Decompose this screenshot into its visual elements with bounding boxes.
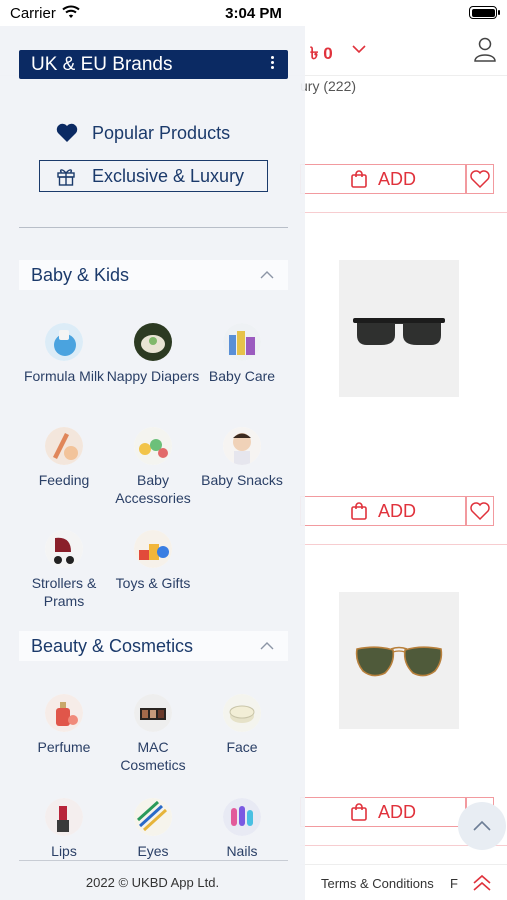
brand-title: UK & EU Brands: [31, 54, 173, 75]
category-label: Eyes: [137, 843, 169, 859]
lips-icon: [45, 798, 83, 836]
shopping-bag-icon: [351, 502, 367, 520]
category-mac-cosmetics[interactable]: MAC Cosmetics: [103, 694, 203, 774]
baby-care-icon: [223, 323, 261, 361]
product-action-row: ADD: [300, 164, 494, 194]
divider: [19, 860, 288, 861]
category-nappy-diapers[interactable]: Nappy Diapers: [103, 323, 203, 385]
section-header-baby-kids[interactable]: Baby & Kids: [19, 260, 288, 290]
scroll-to-top-button[interactable]: [458, 802, 506, 850]
category-nails[interactable]: Nails: [192, 798, 292, 860]
wishlist-button[interactable]: [466, 164, 494, 194]
category-baby-accessories[interactable]: Baby Accessories: [103, 427, 203, 507]
product-image-aviator[interactable]: [339, 592, 459, 729]
aviator-sunglasses-icon: [355, 645, 443, 676]
add-label: ADD: [377, 500, 416, 521]
category-label: MAC Cosmetics: [120, 739, 186, 773]
battery-icon: [469, 6, 500, 19]
divider: [300, 212, 507, 213]
add-label: ADD: [377, 801, 416, 822]
face-icon: [223, 694, 261, 732]
popular-products-label: Popular Products: [92, 122, 231, 143]
category-label: Baby Care: [208, 368, 276, 384]
feeding-icon: [45, 427, 83, 465]
sunglasses-black-icon: [353, 317, 445, 345]
category-feeding[interactable]: Feeding: [14, 427, 114, 489]
heart-outline-icon: [470, 502, 490, 520]
exclusive-luxury-button[interactable]: Exclusive & Luxury: [39, 160, 268, 192]
baby-snacks-icon: [223, 427, 261, 465]
brand-selector[interactable]: UK & EU Brands: [19, 50, 288, 79]
results-count: ury (222): [300, 78, 357, 94]
baby-accessories-icon: [134, 427, 172, 465]
product-image-sunglasses-black[interactable]: [339, 260, 459, 397]
clock: 3:04 PM: [225, 5, 282, 22]
gift-icon: [57, 169, 75, 186]
currency-label[interactable]: ৳ 0: [310, 41, 333, 69]
heart-icon: [56, 123, 78, 142]
category-label: Perfume: [37, 739, 91, 755]
shopping-bag-icon: [351, 803, 367, 821]
wishlist-button[interactable]: [466, 496, 494, 526]
divider: [300, 544, 507, 545]
category-lips[interactable]: Lips: [14, 798, 114, 860]
category-toys-gifts[interactable]: Toys & Gifts: [103, 530, 203, 592]
mac-cosmetics-icon: [134, 694, 172, 732]
category-strollers-prams[interactable]: Strollers & Prams: [14, 530, 114, 610]
strollers-prams-icon: [45, 530, 83, 568]
add-to-cart-button[interactable]: ADD: [300, 496, 466, 526]
category-baby-care[interactable]: Baby Care: [192, 323, 292, 385]
chevron-up-icon: [260, 642, 274, 650]
footer-links: Terms & Conditions F: [300, 864, 507, 900]
add-to-cart-button[interactable]: ADD: [300, 164, 466, 194]
exclusive-luxury-label: Exclusive & Luxury: [92, 165, 245, 186]
category-label: Strollers & Prams: [31, 575, 97, 609]
category-label: Lips: [51, 843, 77, 859]
formula-milk-icon: [45, 323, 83, 361]
category-label: Formula Milk: [23, 368, 105, 384]
footer-link-partial[interactable]: F: [450, 876, 458, 891]
navigation-drawer: UK & EU Brands Popular Products Exclusiv…: [0, 26, 305, 900]
copyright-text: 2022 © UKBD App Ltd.: [85, 875, 220, 890]
terms-link[interactable]: Terms & Conditions: [321, 876, 434, 891]
section-title: Beauty & Cosmetics: [31, 635, 194, 656]
eyes-icon: [134, 798, 172, 836]
category-perfume[interactable]: Perfume: [14, 694, 114, 756]
double-chevron-up-icon[interactable]: [472, 873, 492, 893]
more-options-icon[interactable]: [262, 54, 282, 76]
toys-gifts-icon: [134, 530, 172, 568]
category-label: Baby Snacks: [201, 472, 283, 488]
section-title: Baby & Kids: [31, 264, 130, 285]
category-eyes[interactable]: Eyes: [103, 798, 203, 860]
category-label: Face: [226, 739, 258, 755]
user-account-icon[interactable]: [472, 36, 498, 62]
chevron-up-icon: [260, 271, 274, 279]
category-label: Toys & Gifts: [115, 575, 191, 591]
popular-products-link[interactable]: Popular Products: [56, 121, 230, 145]
category-label: Nappy Diapers: [106, 368, 200, 384]
chevron-up-icon: [473, 820, 491, 831]
perfume-icon: [45, 694, 83, 732]
category-formula-milk[interactable]: Formula Milk: [14, 323, 114, 385]
category-face[interactable]: Face: [192, 694, 292, 756]
category-label: Nails: [226, 843, 258, 859]
add-label: ADD: [377, 168, 416, 189]
category-baby-snacks[interactable]: Baby Snacks: [192, 427, 292, 489]
chevron-down-icon[interactable]: [352, 44, 366, 54]
category-label: Feeding: [38, 472, 90, 488]
add-to-cart-button[interactable]: ADD: [300, 797, 466, 827]
nails-icon: [223, 798, 261, 836]
status-bar: Carrier 3:04 PM: [0, 0, 507, 26]
shopping-bag-icon: [351, 170, 367, 188]
product-action-row: ADD: [300, 496, 494, 526]
category-label: Baby Accessories: [115, 472, 191, 506]
heart-outline-icon: [470, 170, 490, 188]
divider: [19, 227, 288, 228]
nappy-diapers-icon: [134, 323, 172, 361]
section-header-beauty-cosmetics[interactable]: Beauty & Cosmetics: [19, 631, 288, 661]
